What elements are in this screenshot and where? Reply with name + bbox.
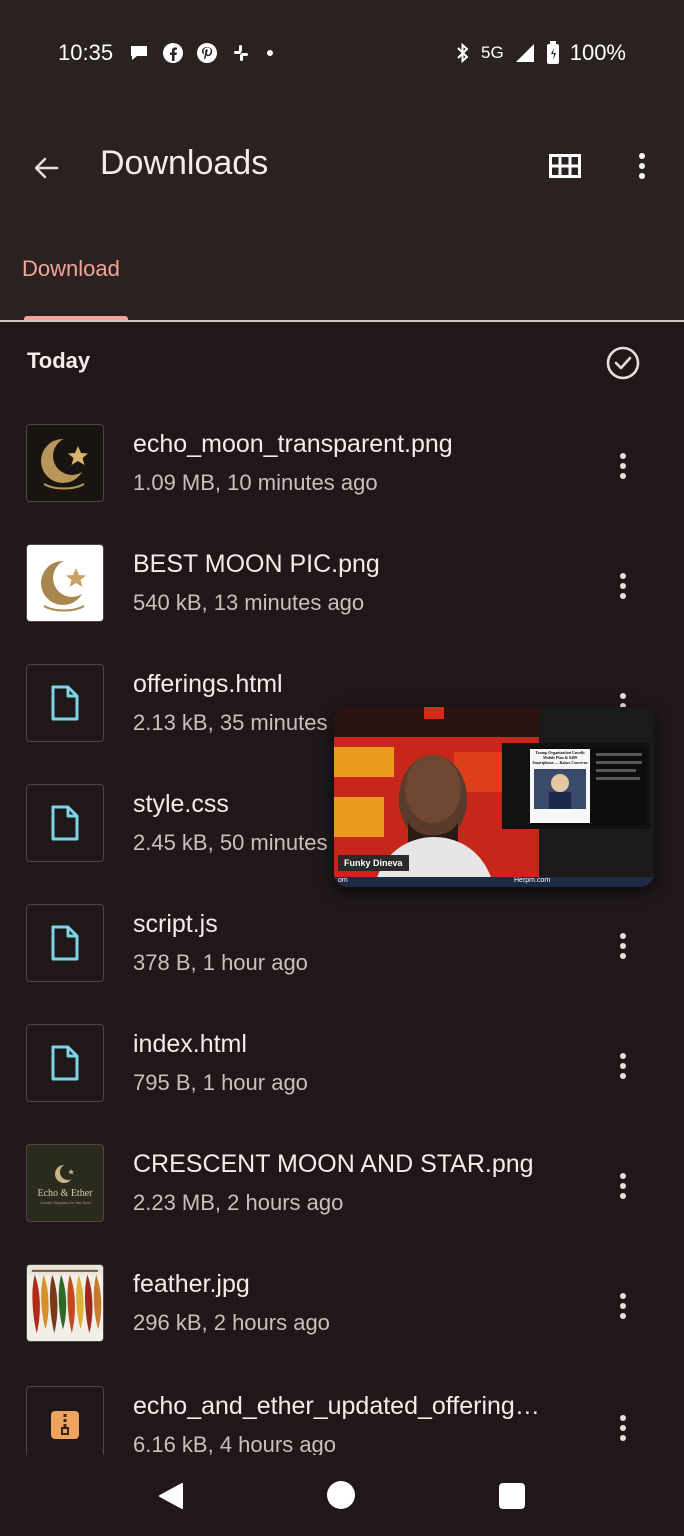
pip-video-player[interactable]: Trump Organization Unveils Mobile Plan &… (334, 707, 654, 887)
file-thumbnail (26, 1024, 104, 1102)
network-type: 5G (481, 43, 504, 62)
nav-recents-icon[interactable] (499, 1483, 525, 1509)
app-bar: Downloads Download (0, 110, 684, 322)
file-more-button[interactable] (608, 1166, 638, 1206)
list-item[interactable]: BEST MOON PIC.png 540 kB, 13 minutes ago (0, 544, 684, 664)
chat-icon (131, 46, 147, 60)
file-more-button[interactable] (608, 1408, 638, 1448)
file-thumbnail (26, 664, 104, 742)
file-thumbnail (26, 1264, 104, 1342)
pip-footer: om Herpm.com (334, 877, 654, 887)
more-vert-icon (620, 933, 626, 959)
nav-home-icon[interactable] (327, 1481, 355, 1509)
file-thumbnail (26, 424, 104, 502)
feathers-image-icon (27, 1265, 103, 1334)
file-meta: 296 kB, 2 hours ago (133, 1310, 330, 1335)
pip-inset-headline: Trump Organization Unveils Mobile Plan &… (532, 750, 588, 766)
thumbnail-logo-text: Echo & Ether (37, 1188, 93, 1199)
pip-caption: Funky Dineva (338, 855, 409, 871)
more-vert-icon (620, 1173, 626, 1199)
facebook-icon (163, 43, 183, 63)
file-more-button[interactable] (608, 926, 638, 966)
list-item[interactable]: echo_moon_transparent.png 1.09 MB, 10 mi… (0, 424, 684, 544)
file-thumbnail (26, 904, 104, 982)
list-item[interactable]: echo_and_ether_updated_offering… 6.16 kB… (0, 1386, 684, 1455)
more-vert-icon (620, 573, 626, 599)
back-button[interactable] (26, 148, 66, 188)
file-meta: 540 kB, 13 minutes ago (133, 590, 365, 615)
document-icon (51, 1045, 79, 1081)
file-name: echo_moon_transparent.png (133, 430, 453, 458)
list-item[interactable]: index.html 795 B, 1 hour ago (0, 1024, 684, 1144)
file-thumbnail: Echo & Ether Candle Supplies for the Sou… (26, 1144, 104, 1222)
crescent-moon-icon (41, 437, 91, 490)
crescent-moon-icon (41, 559, 91, 612)
section-header-today: Today (27, 348, 91, 373)
file-more-button[interactable] (608, 1046, 638, 1086)
file-more-button[interactable] (608, 1286, 638, 1326)
file-meta: 378 B, 1 hour ago (133, 950, 308, 975)
file-name: offerings.html (133, 670, 283, 698)
grid-icon (549, 154, 581, 178)
crescent-moon-icon (55, 1164, 76, 1183)
system-nav-bar (0, 1455, 684, 1536)
file-more-button[interactable] (608, 446, 638, 486)
thumbnail-logo-subtext: Candle Supplies for the Soul (39, 1200, 91, 1205)
more-vert-icon (620, 1053, 626, 1079)
file-meta: 6.16 kB, 4 hours ago (133, 1432, 337, 1455)
tab-download[interactable]: Download (22, 256, 120, 282)
grid-view-button[interactable] (545, 146, 585, 186)
pinterest-icon (197, 43, 217, 63)
file-meta: 1.09 MB, 10 minutes ago (133, 470, 378, 495)
signal-icon (515, 44, 534, 62)
file-thumbnail (26, 544, 104, 622)
slack-icon (234, 45, 248, 61)
more-vert-icon (620, 1293, 626, 1319)
list-item[interactable]: script.js 378 B, 1 hour ago (0, 904, 684, 1024)
document-icon (51, 805, 79, 841)
more-options-button[interactable] (622, 146, 662, 186)
page-title: Downloads (100, 144, 269, 182)
file-name: index.html (133, 1030, 247, 1058)
battery-percent: 100% (569, 40, 626, 65)
list-item[interactable]: feather.jpg 296 kB, 2 hours ago (0, 1264, 684, 1384)
status-time: 10:35 (58, 40, 114, 65)
file-name: feather.jpg (133, 1270, 250, 1298)
file-thumbnail (26, 784, 104, 862)
file-name: script.js (133, 910, 218, 938)
arrow-left-icon (34, 157, 59, 179)
file-name: style.css (133, 790, 229, 818)
nav-back-icon[interactable] (156, 1481, 186, 1511)
divider (0, 320, 684, 322)
file-more-button[interactable] (608, 566, 638, 606)
battery-icon (546, 41, 559, 64)
file-meta: 2.23 MB, 2 hours ago (133, 1190, 344, 1215)
file-name: BEST MOON PIC.png (133, 550, 380, 578)
bluetooth-icon (457, 42, 469, 64)
dot-icon (267, 50, 273, 56)
document-icon (51, 925, 79, 961)
select-all-check-icon[interactable] (604, 344, 642, 382)
file-thumbnail (26, 1386, 104, 1455)
file-meta: 795 B, 1 hour ago (133, 1070, 308, 1095)
more-vert-icon (639, 153, 645, 179)
archive-icon (51, 1411, 79, 1439)
file-name: CRESCENT MOON AND STAR.png (133, 1150, 534, 1178)
more-vert-icon (620, 453, 626, 479)
document-icon (51, 685, 79, 721)
more-vert-icon (620, 1415, 626, 1441)
file-name: echo_and_ether_updated_offering… (133, 1392, 540, 1420)
pip-footer-right: Herpm.com (514, 877, 551, 884)
status-bar: 10:35 5G 100% (0, 0, 684, 110)
pip-footer-left: om (338, 877, 348, 884)
list-item[interactable]: Echo & Ether Candle Supplies for the Sou… (0, 1144, 684, 1264)
